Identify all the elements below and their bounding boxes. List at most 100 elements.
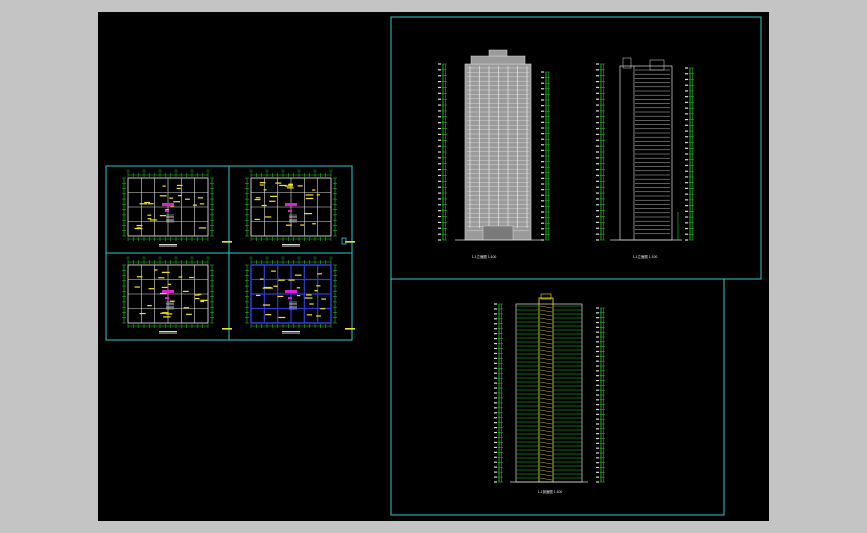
section-stair	[539, 469, 553, 473]
grid-bubble	[329, 256, 333, 260]
section-stair	[539, 401, 553, 405]
floor-plans-sheet[interactable]	[105, 165, 355, 341]
room-label	[269, 200, 276, 202]
level-text	[685, 107, 688, 109]
level-text	[685, 182, 688, 184]
room-label	[265, 314, 272, 316]
level-text	[438, 157, 441, 159]
room-label	[262, 304, 271, 306]
elevations-sheet[interactable]: 1-1立面图 1:100 1-1立面图 1:100	[390, 16, 762, 280]
room-label	[273, 285, 278, 287]
section-stair	[539, 357, 553, 361]
room-label	[159, 195, 167, 197]
room-label	[178, 276, 183, 278]
level-text	[438, 133, 441, 135]
level-text	[438, 174, 441, 177]
front-elevation[interactable]	[438, 49, 550, 241]
room-label	[316, 194, 320, 196]
room-label	[199, 203, 205, 205]
level-text	[494, 427, 497, 429]
floor-plan-3[interactable]	[122, 256, 232, 334]
building-section[interactable]	[494, 293, 605, 483]
section-caption: 1-1剖面图 1:100	[538, 489, 563, 494]
level-text	[596, 75, 599, 77]
section-stair	[539, 333, 553, 337]
level-text	[596, 476, 599, 478]
room-label	[147, 304, 152, 307]
level-text	[596, 307, 599, 309]
plan-title	[282, 331, 300, 333]
plan-note	[345, 328, 355, 330]
level-text	[596, 341, 599, 343]
level-text	[438, 81, 441, 83]
room-label	[296, 295, 301, 297]
level-text	[685, 170, 688, 172]
room-label	[198, 293, 202, 295]
section-stair	[539, 349, 553, 353]
grid-bubble	[313, 169, 317, 173]
level-text	[541, 200, 544, 202]
section-sheet[interactable]: 1-1剖面图 1:100	[390, 278, 725, 516]
room-label	[264, 216, 272, 218]
side-elevation-caption: 1-1立面图 1:100	[633, 254, 658, 259]
room-label	[162, 185, 166, 187]
core-highlight	[165, 210, 169, 212]
room-label	[261, 204, 267, 207]
level-text	[494, 342, 497, 345]
level-text	[494, 471, 497, 473]
grid-bubble	[158, 256, 162, 260]
floor-plan-2[interactable]	[245, 169, 355, 247]
section-stair	[539, 405, 553, 409]
cad-drawing-canvas[interactable]: 1-1立面图 1:100 1-1立面图 1:100 1-1剖面图 1:100	[98, 12, 769, 521]
level-text	[438, 127, 441, 130]
section-stair	[539, 337, 553, 341]
level-text	[685, 119, 688, 121]
section-stair	[539, 369, 553, 373]
room-label	[194, 297, 200, 300]
section-stair	[539, 341, 553, 345]
level-text	[596, 139, 599, 141]
level-text	[685, 136, 688, 138]
core-highlight	[285, 290, 297, 293]
grid-bubble	[174, 256, 178, 260]
level-text	[685, 193, 688, 195]
level-text	[541, 194, 544, 196]
room-label	[134, 286, 140, 288]
level-text	[596, 233, 599, 235]
room-label	[296, 287, 301, 289]
level-text	[438, 86, 441, 89]
room-label	[139, 312, 146, 315]
section-stair	[539, 461, 553, 465]
section-stair	[539, 361, 553, 365]
level-text	[494, 357, 497, 359]
level-text	[541, 155, 544, 157]
grid-bubble	[329, 169, 333, 173]
section-stair	[539, 473, 553, 477]
grid-bubble	[142, 256, 146, 260]
level-text	[596, 317, 599, 319]
room-label	[259, 184, 264, 186]
level-text	[494, 318, 497, 320]
level-text	[494, 446, 497, 448]
section-stair	[539, 325, 553, 329]
grid-bubble	[249, 256, 253, 260]
room-label	[160, 292, 167, 295]
plan-title	[282, 244, 300, 246]
room-label	[197, 197, 204, 199]
drawing-viewport[interactable]: 1-1立面图 1:100 1-1立面图 1:100 1-1剖面图 1:100	[98, 12, 769, 521]
room-label	[183, 307, 190, 309]
level-text	[596, 462, 599, 464]
level-text	[494, 431, 497, 434]
level-text	[685, 210, 688, 212]
level-text	[494, 303, 497, 305]
section-stair	[539, 457, 553, 461]
floor-plan-1[interactable]	[122, 169, 232, 247]
elevations-frame	[390, 16, 762, 280]
floor-plan-4[interactable]	[245, 256, 355, 334]
level-text	[596, 360, 599, 362]
room-label	[260, 278, 264, 280]
level-text	[596, 408, 599, 411]
side-elevation[interactable]	[596, 57, 694, 241]
room-label	[192, 204, 198, 206]
level-text	[541, 222, 544, 224]
